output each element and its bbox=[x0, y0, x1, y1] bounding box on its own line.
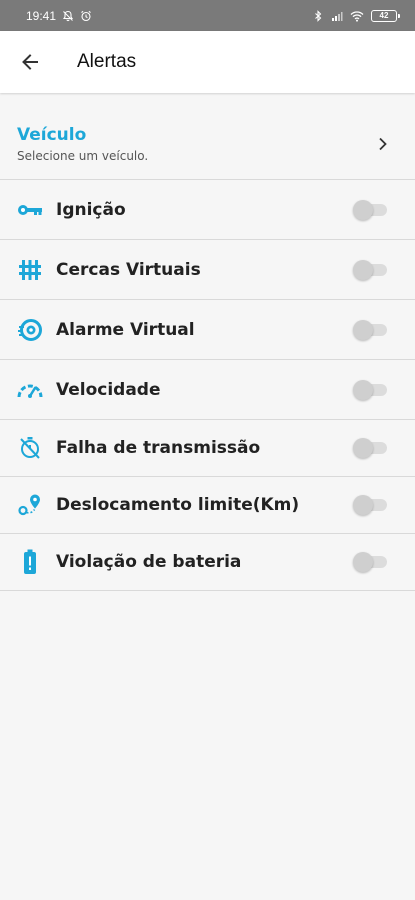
battery-level: 42 bbox=[379, 11, 389, 20]
notifications-off-icon bbox=[63, 10, 74, 21]
transmission-toggle[interactable] bbox=[353, 437, 389, 459]
wifi-icon bbox=[350, 10, 364, 22]
vehicle-title: Veículo bbox=[17, 124, 87, 145]
speed-toggle[interactable] bbox=[353, 379, 389, 401]
transmission-off-icon bbox=[16, 434, 44, 462]
alert-label-ignition: Ignição bbox=[56, 199, 126, 220]
signal-icon bbox=[332, 11, 343, 21]
chevron-right-icon bbox=[379, 137, 387, 150]
fence-icon bbox=[16, 256, 44, 284]
alarm-toggle[interactable] bbox=[353, 319, 389, 341]
vehicle-text: Veículo Selecione um veículo. bbox=[17, 125, 148, 163]
alert-row-transmission[interactable]: Falha de transmissão bbox=[0, 420, 415, 477]
alert-label-alarm: Alarme Virtual bbox=[56, 319, 195, 340]
app-bar: Alertas bbox=[0, 31, 415, 93]
alert-list: Ignição Cercas Virtuais Alarme Virtual V… bbox=[0, 180, 415, 591]
alert-row-ignition[interactable]: Ignição bbox=[0, 180, 415, 240]
status-time: 19:41 bbox=[26, 8, 57, 23]
vehicle-subtitle: Selecione um veículo. bbox=[17, 148, 149, 163]
alert-row-alarm[interactable]: Alarme Virtual bbox=[0, 300, 415, 360]
fences-toggle[interactable] bbox=[353, 259, 389, 281]
distance-toggle[interactable] bbox=[353, 494, 389, 516]
alert-row-battery[interactable]: Violação de bateria bbox=[0, 534, 415, 591]
back-arrow-icon bbox=[22, 54, 38, 70]
battery-icon: 42 bbox=[371, 9, 400, 22]
alert-label-fences: Cercas Virtuais bbox=[56, 259, 201, 280]
alarm-icon bbox=[16, 316, 44, 344]
bluetooth-icon bbox=[315, 9, 322, 22]
speedometer-icon bbox=[16, 376, 44, 404]
alert-row-distance[interactable]: Deslocamento limite(Km) bbox=[0, 477, 415, 534]
battery-toggle[interactable] bbox=[353, 551, 389, 573]
key-icon bbox=[16, 196, 44, 224]
alarm-clock-icon bbox=[81, 10, 91, 21]
ignition-toggle[interactable] bbox=[353, 199, 389, 221]
alert-label-battery: Violação de bateria bbox=[56, 552, 242, 572]
route-pin-icon bbox=[16, 491, 44, 519]
alert-label-speed: Velocidade bbox=[56, 379, 161, 400]
alert-label-distance: Deslocamento limite(Km) bbox=[56, 495, 300, 515]
alert-row-speed[interactable]: Velocidade bbox=[0, 360, 415, 420]
back-button[interactable] bbox=[0, 31, 60, 93]
status-left: 19:41 bbox=[26, 9, 92, 23]
battery-alert-icon bbox=[16, 548, 44, 576]
page-title: Alertas bbox=[77, 51, 137, 72]
status-right: 42 bbox=[312, 9, 400, 22]
status-bar: 19:41 42 bbox=[0, 0, 415, 31]
alert-label-transmission: Falha de transmissão bbox=[56, 438, 261, 458]
vehicle-selector[interactable]: Veículo Selecione um veículo. bbox=[0, 108, 415, 180]
alert-row-fences[interactable]: Cercas Virtuais bbox=[0, 240, 415, 300]
